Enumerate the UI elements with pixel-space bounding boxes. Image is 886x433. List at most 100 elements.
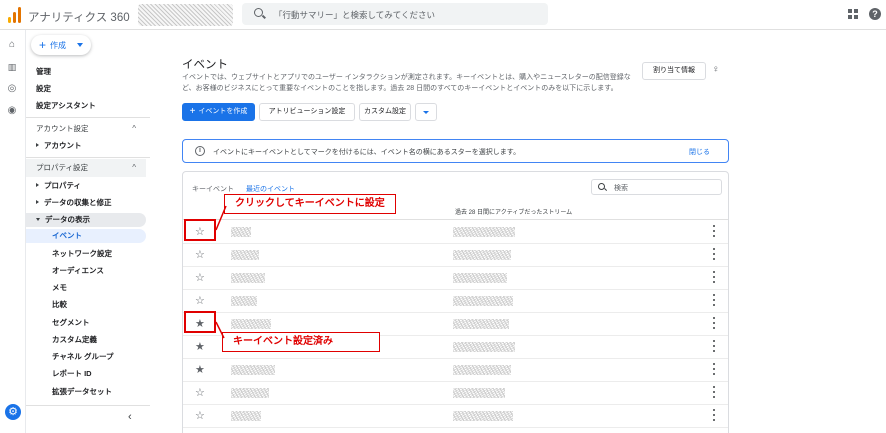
- nav-item-comparisons[interactable]: 比較: [26, 298, 146, 312]
- table-row: ☆: [183, 244, 728, 267]
- create-label: 作成: [50, 41, 67, 50]
- chevron-up-icon: ^: [132, 163, 136, 172]
- nav-panel: + 作成 管理 設定 設定アシスタント アカウント設定 ^ アカウント プロパティ設…: [26, 30, 150, 433]
- plus-icon: +: [39, 38, 47, 52]
- table-row: ☆: [183, 405, 728, 428]
- nav-item-label: アカウント: [44, 141, 82, 150]
- more-options-icon[interactable]: [712, 225, 716, 238]
- nav-item-audiences[interactable]: オーディエンス: [26, 264, 146, 278]
- stream-redacted: [453, 227, 515, 237]
- nav-item-network-settings[interactable]: ネットワーク設定: [26, 247, 146, 261]
- more-options-icon[interactable]: [712, 271, 716, 284]
- create-event-button[interactable]: + イベントを作成: [182, 103, 255, 121]
- stream-redacted: [453, 365, 511, 375]
- star-outline-icon[interactable]: ☆: [195, 410, 205, 422]
- search-icon: [254, 8, 263, 17]
- nav-item-segments[interactable]: セグメント: [26, 316, 146, 330]
- event-name-redacted[interactable]: [231, 296, 257, 306]
- create-button[interactable]: + 作成: [31, 35, 91, 55]
- stream-redacted: [453, 250, 511, 260]
- star-outline-icon[interactable]: ☆: [195, 387, 205, 399]
- nav-item-label: データの収集と修正: [44, 198, 112, 207]
- advertising-icon[interactable]: ◉: [6, 105, 18, 117]
- more-options-icon[interactable]: [712, 340, 716, 353]
- more-options-icon[interactable]: [712, 386, 716, 399]
- info-icon: i: [195, 146, 205, 156]
- analytics-logo-icon[interactable]: [8, 7, 22, 23]
- more-options-icon[interactable]: [712, 409, 716, 422]
- chevron-down-icon: [77, 43, 83, 47]
- apps-grid-icon[interactable]: [848, 9, 858, 19]
- reports-icon[interactable]: ▥: [6, 61, 18, 73]
- stream-redacted: [453, 388, 505, 398]
- event-name-redacted[interactable]: [231, 365, 275, 375]
- nav-item-account[interactable]: アカウント: [26, 139, 146, 153]
- nav-item-settings[interactable]: 設定: [26, 82, 146, 96]
- caret-right-icon: [36, 183, 39, 187]
- star-outline-icon[interactable]: ☆: [195, 295, 205, 307]
- section-label: アカウント設定: [36, 124, 89, 133]
- nav-item-label: プロパティ: [44, 181, 82, 190]
- search-icon: [598, 183, 605, 190]
- nav-section-property[interactable]: プロパティ設定 ^: [26, 159, 146, 177]
- divider: [26, 117, 150, 118]
- nav-item-data-collection[interactable]: データの収集と修正: [26, 196, 146, 210]
- explore-icon[interactable]: ◎: [6, 83, 18, 95]
- more-options-icon[interactable]: [712, 363, 716, 376]
- divider: [26, 405, 150, 406]
- person-icon[interactable]: ♀: [712, 64, 720, 75]
- more-options-icon[interactable]: [712, 248, 716, 261]
- nav-item-property[interactable]: プロパティ: [26, 179, 146, 193]
- chevron-up-icon: ^: [132, 124, 136, 133]
- close-banner-button[interactable]: 閉じる: [689, 147, 710, 157]
- nav-item-data-display[interactable]: データの表示: [26, 213, 146, 227]
- section-label: プロパティ設定: [36, 163, 89, 172]
- nav-item-admin[interactable]: 管理: [26, 65, 146, 79]
- attribution-settings-button[interactable]: アトリビューション設定: [259, 103, 355, 121]
- tab-key-events[interactable]: キーイベント: [192, 184, 234, 194]
- custom-settings-dropdown[interactable]: [415, 103, 437, 121]
- event-name-redacted[interactable]: [231, 273, 265, 283]
- search-input[interactable]: 「行動サマリー」と検索してみてください: [242, 3, 548, 25]
- more-options-icon[interactable]: [712, 294, 716, 307]
- table-search-placeholder: 検索: [614, 185, 628, 192]
- event-name-redacted[interactable]: [231, 250, 259, 260]
- table-row: ☆: [183, 221, 728, 244]
- caret-right-icon: [36, 200, 39, 204]
- event-name-redacted[interactable]: [231, 411, 261, 421]
- nav-item-custom-definitions[interactable]: カスタム定義: [26, 333, 146, 347]
- caret-right-icon: [36, 143, 39, 147]
- admin-gear-icon[interactable]: ⚙: [5, 404, 21, 420]
- info-text: イベントにキーイベントとしてマークを付けるには、イベント名の横にあるスターを選択…: [213, 149, 521, 156]
- more-options-icon[interactable]: [712, 317, 716, 330]
- help-icon[interactable]: ?: [869, 8, 881, 20]
- table-row: ☆: [183, 267, 728, 290]
- star-filled-icon[interactable]: ★: [195, 364, 205, 376]
- tab-recent-events[interactable]: 最近のイベント: [246, 184, 295, 194]
- nav-item-channel-groups[interactable]: チャネル グループ: [26, 350, 146, 364]
- nav-item-reporting-id[interactable]: レポート ID: [26, 367, 146, 381]
- nav-item-setup-assistant[interactable]: 設定アシスタント: [26, 99, 146, 113]
- collapse-nav-icon[interactable]: ‹: [128, 411, 132, 423]
- star-filled-icon[interactable]: ★: [195, 341, 205, 353]
- stream-redacted: [453, 296, 513, 306]
- table-search-input[interactable]: 検索: [591, 179, 722, 195]
- info-banner: i イベントにキーイベントとしてマークを付けるには、イベント名の横にあるスターを…: [182, 139, 729, 163]
- event-name-redacted[interactable]: [231, 388, 269, 398]
- star-outline-icon[interactable]: ☆: [195, 272, 205, 284]
- nav-section-account[interactable]: アカウント設定 ^: [26, 120, 146, 138]
- star-outline-icon[interactable]: ☆: [195, 249, 205, 261]
- event-name-redacted[interactable]: [231, 227, 251, 237]
- nav-item-expanded-datasets[interactable]: 拡張データセット: [26, 385, 146, 399]
- callout-key-event-set: キーイベント設定済み: [222, 332, 380, 352]
- nav-item-label: データの表示: [45, 215, 90, 224]
- home-icon[interactable]: ⌂: [6, 39, 18, 51]
- create-event-label: イベントを作成: [198, 108, 248, 115]
- main-content: イベント イベントでは、ウェブサイトとアプリでのユーザー インタラクションが測定…: [150, 30, 886, 433]
- nav-item-notes[interactable]: メモ: [26, 281, 146, 295]
- nav-item-events[interactable]: イベント: [26, 229, 146, 243]
- account-selector[interactable]: [138, 4, 233, 26]
- custom-settings-button[interactable]: カスタム設定: [359, 103, 411, 121]
- event-name-redacted[interactable]: [231, 319, 271, 329]
- assign-info-button[interactable]: 割り当て情報: [642, 62, 706, 80]
